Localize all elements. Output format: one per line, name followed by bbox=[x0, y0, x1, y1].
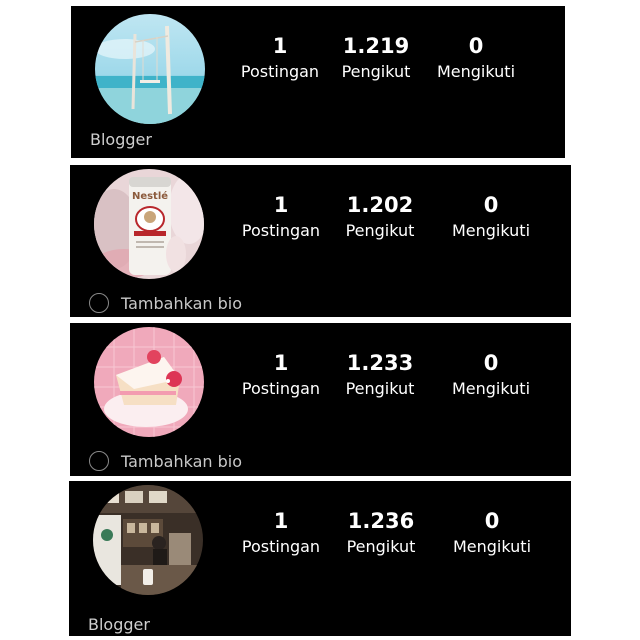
circle-icon bbox=[89, 293, 109, 313]
following-stat[interactable]: 0 Mengikuti bbox=[437, 509, 547, 558]
profile-stats: 1 Postingan 1.202 Pengikut 0 Mengikuti bbox=[238, 193, 546, 242]
profile-avatar[interactable]: Nestlé bbox=[94, 169, 204, 279]
posts-stat[interactable]: 1 Postingan bbox=[239, 34, 321, 83]
posts-count: 1 bbox=[273, 351, 289, 375]
followers-count: 1.236 bbox=[347, 509, 415, 533]
followers-stat[interactable]: 1.202 Pengikut bbox=[324, 193, 436, 242]
beach-swing-photo bbox=[95, 14, 205, 124]
followers-count: 1.202 bbox=[346, 193, 414, 217]
followers-label: Pengikut bbox=[345, 379, 415, 398]
following-stat[interactable]: 0 Mengikuti bbox=[436, 351, 546, 400]
profile-stats: 1 Postingan 1.233 Pengikut 0 Mengikuti bbox=[238, 351, 546, 400]
profile-header-card: 1 Postingan 1.236 Pengikut 0 Mengikuti B… bbox=[69, 481, 571, 636]
posts-stat[interactable]: 1 Postingan bbox=[238, 351, 324, 400]
following-stat[interactable]: 0 Mengikuti bbox=[431, 34, 521, 83]
following-stat[interactable]: 0 Mengikuti bbox=[436, 193, 546, 242]
following-count: 0 bbox=[468, 34, 484, 58]
profile-avatar[interactable] bbox=[93, 485, 203, 595]
brand-logo: Nestlé bbox=[132, 190, 168, 202]
profile-stats: 1 Postingan 1.219 Pengikut 0 Mengikuti bbox=[239, 34, 521, 83]
profile-bio: Blogger bbox=[88, 615, 150, 634]
followers-label: Pengikut bbox=[346, 537, 416, 556]
posts-stat[interactable]: 1 Postingan bbox=[238, 193, 324, 242]
following-label: Mengikuti bbox=[451, 221, 531, 240]
posts-label: Postingan bbox=[241, 379, 321, 398]
posts-label: Postingan bbox=[240, 62, 320, 81]
following-count: 0 bbox=[483, 193, 499, 217]
followers-count: 1.219 bbox=[342, 34, 410, 58]
add-bio-label: Tambahkan bio bbox=[121, 451, 243, 471]
page: 1 Postingan 1.219 Pengikut 0 Mengikuti B… bbox=[0, 0, 640, 640]
milk-can-photo: Nestlé bbox=[94, 169, 204, 279]
profile-bio: Blogger bbox=[90, 130, 152, 149]
profile-header-card: 1 Postingan 1.233 Pengikut 0 Mengikuti T… bbox=[70, 323, 571, 476]
posts-count: 1 bbox=[272, 34, 288, 58]
profile-avatar[interactable] bbox=[94, 327, 204, 437]
profile-header-card: Nestlé 1 Postingan 1.202 Pengikut 0 Meng… bbox=[70, 165, 571, 317]
add-bio-label: Tambahkan bio bbox=[121, 293, 243, 313]
strawberry-cake-photo bbox=[94, 327, 204, 437]
followers-label: Pengikut bbox=[341, 62, 411, 81]
add-bio-button[interactable]: Tambahkan bio bbox=[89, 451, 242, 471]
following-label: Mengikuti bbox=[451, 379, 531, 398]
followers-stat[interactable]: 1.236 Pengikut bbox=[325, 509, 437, 558]
followers-stat[interactable]: 1.219 Pengikut bbox=[321, 34, 431, 83]
following-label: Mengikuti bbox=[436, 62, 516, 81]
following-count: 0 bbox=[483, 351, 499, 375]
following-count: 0 bbox=[484, 509, 500, 533]
posts-label: Postingan bbox=[241, 537, 321, 556]
profile-header-card: 1 Postingan 1.219 Pengikut 0 Mengikuti B… bbox=[71, 6, 565, 158]
circle-icon bbox=[89, 451, 109, 471]
followers-label: Pengikut bbox=[345, 221, 415, 240]
posts-count: 1 bbox=[273, 509, 289, 533]
profile-avatar[interactable] bbox=[95, 14, 205, 124]
followers-stat[interactable]: 1.233 Pengikut bbox=[324, 351, 436, 400]
posts-count: 1 bbox=[273, 193, 289, 217]
add-bio-button[interactable]: Tambahkan bio bbox=[89, 293, 242, 313]
posts-label: Postingan bbox=[241, 221, 321, 240]
followers-count: 1.233 bbox=[346, 351, 414, 375]
cafe-interior-photo bbox=[93, 485, 203, 595]
posts-stat[interactable]: 1 Postingan bbox=[237, 509, 325, 558]
profile-stats: 1 Postingan 1.236 Pengikut 0 Mengikuti bbox=[237, 509, 547, 558]
following-label: Mengikuti bbox=[452, 537, 532, 556]
